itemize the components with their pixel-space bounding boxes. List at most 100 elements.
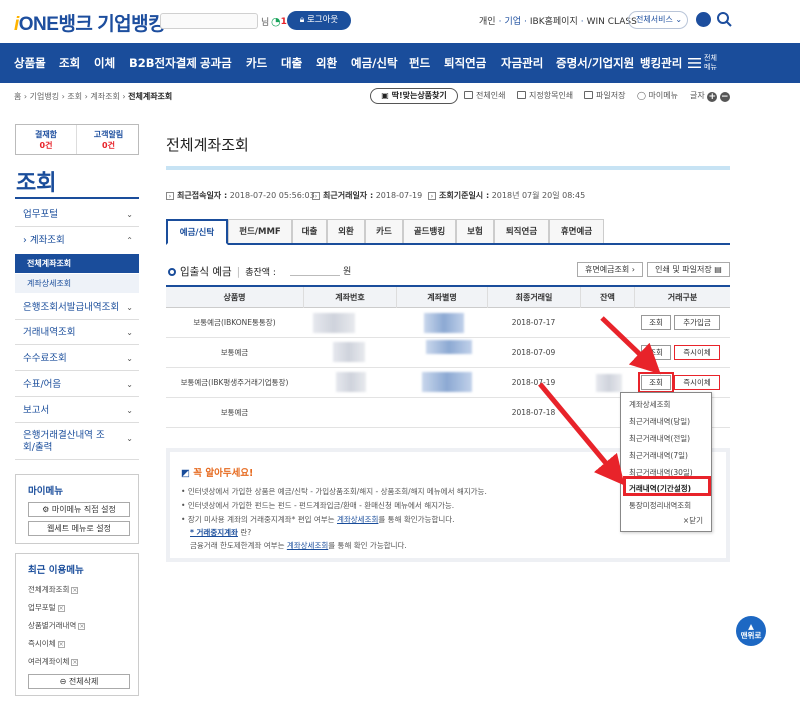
service-select-label: 전체서비스 <box>636 15 673 24</box>
service-select[interactable]: 전체서비스 ⌄ <box>628 11 688 29</box>
print-all-button[interactable]: 전체인쇄 <box>464 90 505 101</box>
sidebar-item-fees[interactable]: 수수료조회 ⌄ <box>15 346 139 371</box>
customer-alert[interactable]: 고객알림 0건 <box>78 125 139 154</box>
sidebar-item-certificate-history[interactable]: 은행조회서발급내역조회 ⌄ <box>15 295 139 320</box>
megaphone-icon: ◩ <box>181 468 194 479</box>
sidebar-sub-all-accounts[interactable]: 전체계좌조회 <box>15 254 139 273</box>
inquiry-button[interactable]: 조회 <box>641 315 671 330</box>
dropdown-close-button[interactable]: ×닫기 <box>683 515 703 526</box>
print-save-button[interactable]: 인쇄 및 파일저장 ▤ <box>647 262 730 277</box>
column-header: 최종거래일 <box>487 287 580 308</box>
nav-b2b[interactable]: B2B전자결제 <box>129 43 197 83</box>
sidebar-item-checks[interactable]: 수표/어음 ⌄ <box>15 372 139 397</box>
ione-bank-logo[interactable]: iONE뱅크 기업뱅킹 <box>14 9 166 36</box>
person-icon: ◯ <box>637 91 649 100</box>
account-detail-link[interactable]: 계좌상세조회 <box>287 541 328 550</box>
instant-transfer-button[interactable]: 즉시이체 <box>674 375 720 390</box>
recent-item[interactable]: 상품별거래내역 × <box>28 620 86 631</box>
instant-transfer-button[interactable]: 즉시이체 <box>674 345 720 360</box>
nav-deposit[interactable]: 예금/신탁 <box>351 43 398 83</box>
sidebar-title: 조회 <box>16 171 57 196</box>
approval-box-alert[interactable]: 결재함 0건 <box>16 125 77 154</box>
close-icon[interactable]: × <box>78 623 86 630</box>
printer-icon: ▤ <box>714 265 722 274</box>
nav-certificate[interactable]: 증명서/기업지원 <box>556 43 634 83</box>
sidebar-item-transaction-history[interactable]: 거래내역조회 ⌄ <box>15 320 139 345</box>
sidebar-item-settlement[interactable]: 은행거래결산내역 조회/출력 ⌄ <box>15 424 139 460</box>
file-save-button[interactable]: 파일저장 <box>584 90 625 101</box>
nav-card[interactable]: 카드 <box>246 43 267 83</box>
link-ibk-home[interactable]: IBK홈페이지 <box>530 17 578 27</box>
tab-forex[interactable]: 외환 <box>327 219 365 243</box>
nav-cash-mgmt[interactable]: 자금관리 <box>501 43 543 83</box>
nav-transfer[interactable]: 이체 <box>94 43 115 83</box>
close-icon[interactable]: × <box>57 641 65 648</box>
delete-all-button[interactable]: ⊖ 전체삭제 <box>28 674 130 689</box>
account-detail-link[interactable]: 계좌상세조회 <box>337 515 378 524</box>
webset-menu-button[interactable]: 웹세트 메뉴로 설정 <box>28 521 130 536</box>
inquiry-button[interactable]: 조회 <box>638 372 674 393</box>
print-selected-label: 지정항목인쇄 <box>529 91 574 100</box>
nav-utility[interactable]: 공과금 <box>200 43 232 83</box>
section-title: 입출식 예금 | 총잔액 : <box>168 264 276 279</box>
nav-forex[interactable]: 외환 <box>316 43 337 83</box>
recent-item[interactable]: 즉시이체 × <box>28 638 65 649</box>
inquiry-button[interactable]: 조회 <box>641 345 671 360</box>
dropdown-item[interactable]: 최근거래내역(전일) <box>629 433 690 444</box>
notice-text: 인터넷상에서 가입한 펀드는 펀드 - 펀드계좌입금/환매 - 환매신청 메뉴에… <box>187 501 455 510</box>
logout-button[interactable]: 🔒︎ 로그아웃 <box>287 11 351 30</box>
nav-fund[interactable]: 펀드 <box>409 43 430 83</box>
add-deposit-button[interactable]: 추가입금 <box>674 315 720 330</box>
search-icon[interactable] <box>716 11 732 27</box>
sidebar-item-reports[interactable]: 보고서 ⌄ <box>15 398 139 423</box>
close-icon[interactable]: × <box>71 659 79 666</box>
notice-text: 장기 미사용 계좌의 거래중지계좌* 편입 여부는 <box>187 515 335 524</box>
product-finder-button[interactable]: ▣ 딱!맞는상품찾기 <box>370 88 458 104</box>
globe-icon[interactable] <box>696 12 711 27</box>
column-header: 상품명 <box>223 293 246 302</box>
my-menu-setup-button[interactable]: ⚙ 마이메뉴 직접 설정 <box>28 502 130 517</box>
dropdown-item[interactable]: 통장미정리내역조회 <box>629 500 691 511</box>
recent-item[interactable]: 전체계좌조회 × <box>28 584 79 595</box>
dropdown-item[interactable]: 최근거래내역(당일) <box>629 416 690 427</box>
nav-banking-mgmt[interactable]: 뱅킹관리 <box>640 43 682 83</box>
nav-product-mall[interactable]: 상품몰 <box>14 43 46 83</box>
balance-unit: 원 <box>343 267 352 277</box>
dropdown-item[interactable]: 최근거래내역(7일) <box>629 450 688 461</box>
tab-card[interactable]: 카드 <box>365 219 403 243</box>
nav-pension[interactable]: 퇴직연금 <box>444 43 486 83</box>
sidebar-item-account-inquiry[interactable]: › 계좌조회 ⌃ <box>15 228 139 253</box>
close-icon[interactable]: × <box>71 587 79 594</box>
sidebar-item-label: 수수료조회 <box>23 353 67 364</box>
tab-insurance[interactable]: 보험 <box>456 219 494 243</box>
print-selected-button[interactable]: 지정항목인쇄 <box>517 90 573 101</box>
sidebar-item-portal[interactable]: 업무포털 ⌄ <box>15 202 139 227</box>
tab-deposit[interactable]: 예금/신탁 <box>166 219 228 245</box>
link-personal[interactable]: 개인 <box>479 17 496 27</box>
scroll-top-button[interactable]: ▲ 맨위로 <box>736 616 766 646</box>
chevron-down-icon: ⌄ <box>126 303 133 312</box>
recent-item[interactable]: 업무포털 × <box>28 602 65 613</box>
dropdown-item[interactable]: 계좌상세조회 <box>629 399 670 410</box>
recent-item[interactable]: 여러계좌이체 × <box>28 656 79 667</box>
nav-inquiry[interactable]: 조회 <box>59 43 80 83</box>
dormant-inquiry-button[interactable]: 휴면예금조회 › <box>577 262 643 277</box>
tab-loan[interactable]: 대출 <box>292 219 327 243</box>
sidebar-sub-account-detail[interactable]: 계좌상세조회 <box>15 274 139 293</box>
plus-icon[interactable]: + <box>707 92 718 102</box>
my-menu-button[interactable]: ◯ 마이메뉴 <box>637 90 678 101</box>
logout-label: 로그아웃 <box>306 15 339 25</box>
sidebar-item-label: 은행거래결산내역 조회/출력 <box>23 430 105 453</box>
breadcrumb-path[interactable]: 홈 › 기업뱅킹 › 조회 › 계좌조회 › <box>14 92 126 101</box>
link-corporate[interactable]: 기업 <box>504 17 521 27</box>
close-icon[interactable]: × <box>57 605 65 612</box>
tab-gold[interactable]: 골드뱅킹 <box>403 219 456 243</box>
suspended-account-link[interactable]: * 거래중지계좌 <box>190 528 238 537</box>
tab-dormant[interactable]: 휴면예금 <box>549 219 604 243</box>
minus-icon[interactable]: − <box>719 92 730 102</box>
all-menu-button[interactable]: 전체 메뉴 <box>688 43 800 83</box>
nav-loan[interactable]: 대출 <box>281 43 302 83</box>
tab-fund[interactable]: 펀드/MMF <box>228 219 292 243</box>
notice-title: ◩ 꼭 알아두세요! <box>181 465 253 479</box>
tab-pension[interactable]: 퇴직연금 <box>494 219 549 243</box>
